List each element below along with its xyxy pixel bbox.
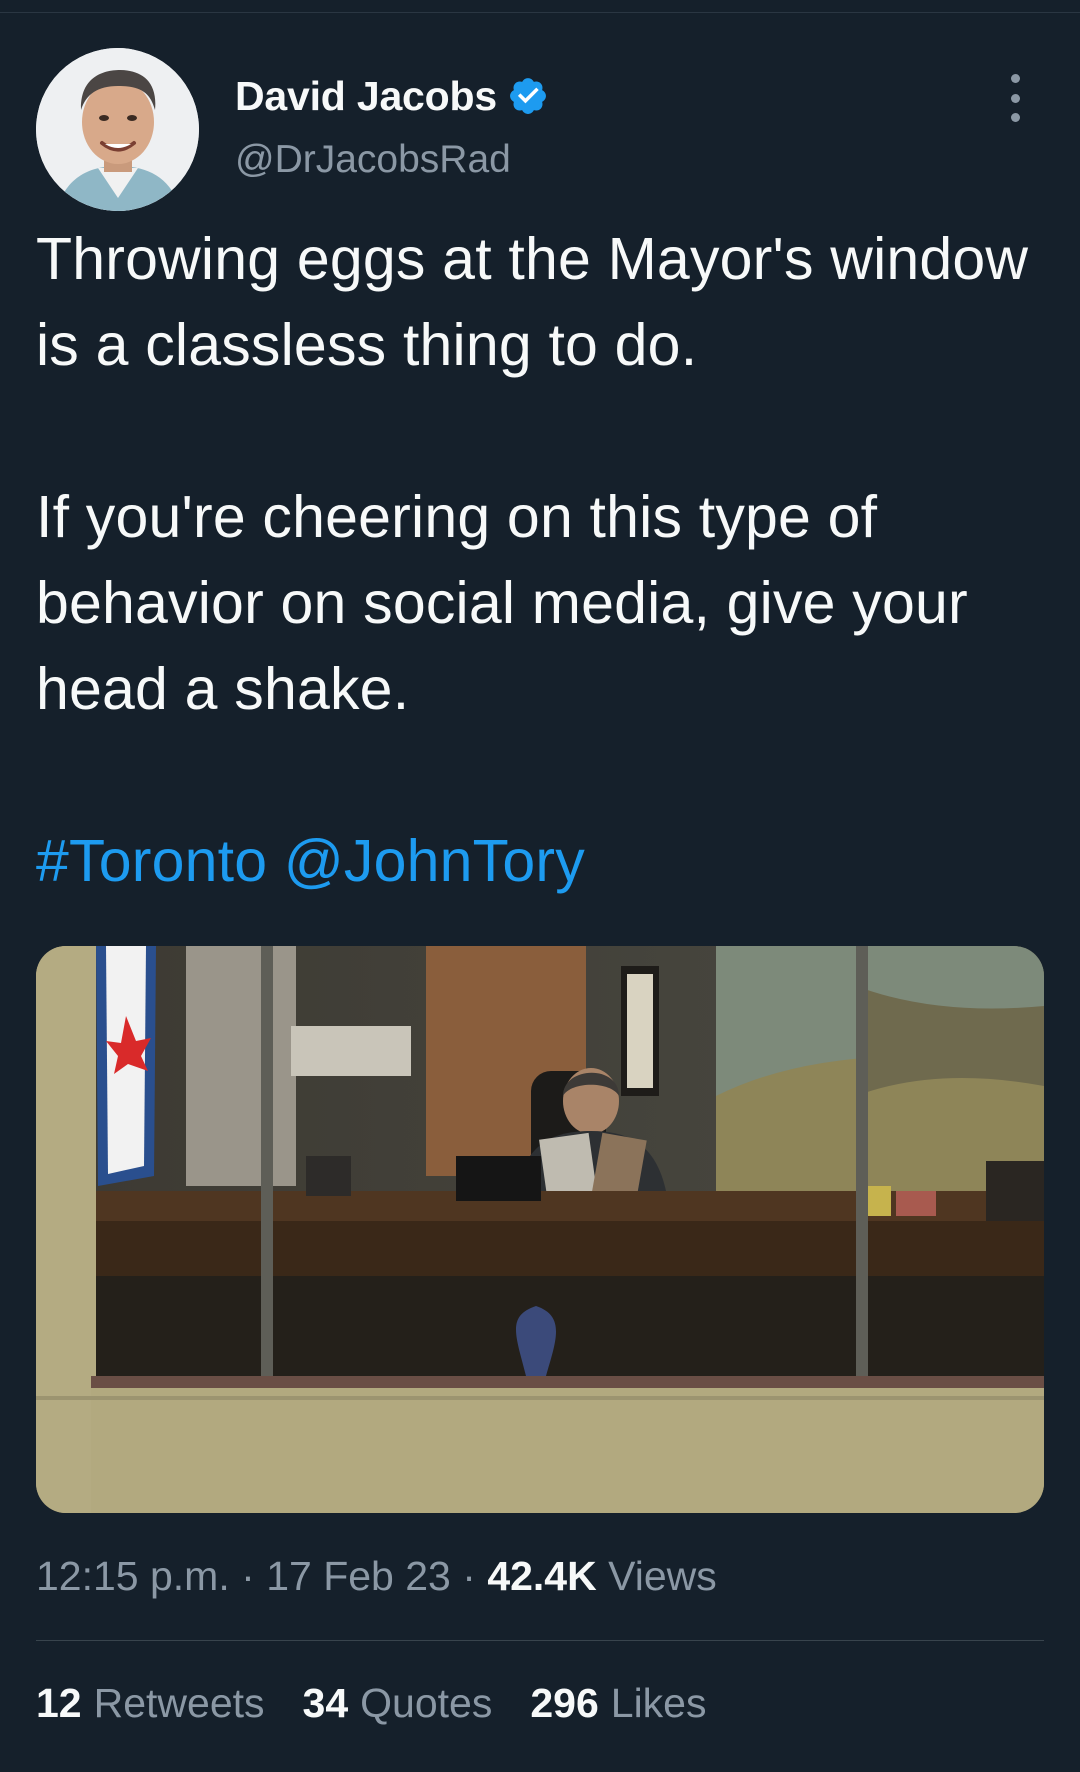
tweet-paragraph-2: If you're cheering on this type of behav… xyxy=(36,484,968,722)
tweet-stats: 12 Retweets 34 Quotes 296 Likes xyxy=(36,1680,706,1727)
likes-count: 296 xyxy=(530,1680,599,1726)
retweets-label: Retweets xyxy=(93,1680,265,1726)
likes-label: Likes xyxy=(610,1680,707,1726)
author-names: David Jacobs @DrJacobsRad xyxy=(235,70,549,182)
office-window-photo xyxy=(36,946,1044,1513)
tweet-paragraph-1: Throwing eggs at the Mayor's window is a… xyxy=(36,226,1029,378)
retweets-stat[interactable]: 12 Retweets xyxy=(36,1680,265,1727)
quotes-stat[interactable]: 34 Quotes xyxy=(303,1680,493,1727)
likes-stat[interactable]: 296 Likes xyxy=(530,1680,706,1727)
display-name[interactable]: David Jacobs xyxy=(235,73,497,120)
views-count: 42.4K xyxy=(487,1553,597,1599)
quotes-count: 34 xyxy=(302,1680,349,1726)
tweet-text: Throwing eggs at the Mayor's window is a… xyxy=(36,216,1046,904)
tweet-date[interactable]: 17 Feb 23 xyxy=(266,1553,451,1599)
retweets-count: 12 xyxy=(36,1680,82,1726)
tweet-header: David Jacobs @DrJacobsRad xyxy=(36,48,1046,213)
more-options-icon[interactable] xyxy=(998,74,1032,122)
meta-separator: · xyxy=(462,1553,476,1599)
avatar[interactable] xyxy=(36,48,199,211)
display-name-row: David Jacobs xyxy=(235,70,549,122)
stats-divider xyxy=(36,1640,1044,1641)
hashtag-link[interactable]: #Toronto xyxy=(36,828,267,894)
quotes-label: Quotes xyxy=(360,1680,493,1726)
more-dot xyxy=(1010,74,1020,83)
avatar-photo xyxy=(36,48,199,211)
more-dot xyxy=(1010,93,1020,103)
views-label: Views xyxy=(608,1553,717,1599)
tweet-time[interactable]: 12:15 p.m. xyxy=(36,1553,230,1599)
tweet-meta: 12:15 p.m. · 17 Feb 23 · 42.4K Views xyxy=(36,1553,717,1600)
more-dot xyxy=(1010,113,1020,122)
tweet-links: #Toronto @JohnTory xyxy=(36,818,1046,904)
mention-link[interactable]: @JohnTory xyxy=(284,828,585,894)
meta-separator: · xyxy=(241,1553,255,1599)
top-divider xyxy=(0,12,1080,13)
verified-badge-icon xyxy=(510,78,546,114)
handle[interactable]: @DrJacobsRad xyxy=(235,138,549,182)
tweet-media-photo[interactable] xyxy=(36,946,1044,1513)
